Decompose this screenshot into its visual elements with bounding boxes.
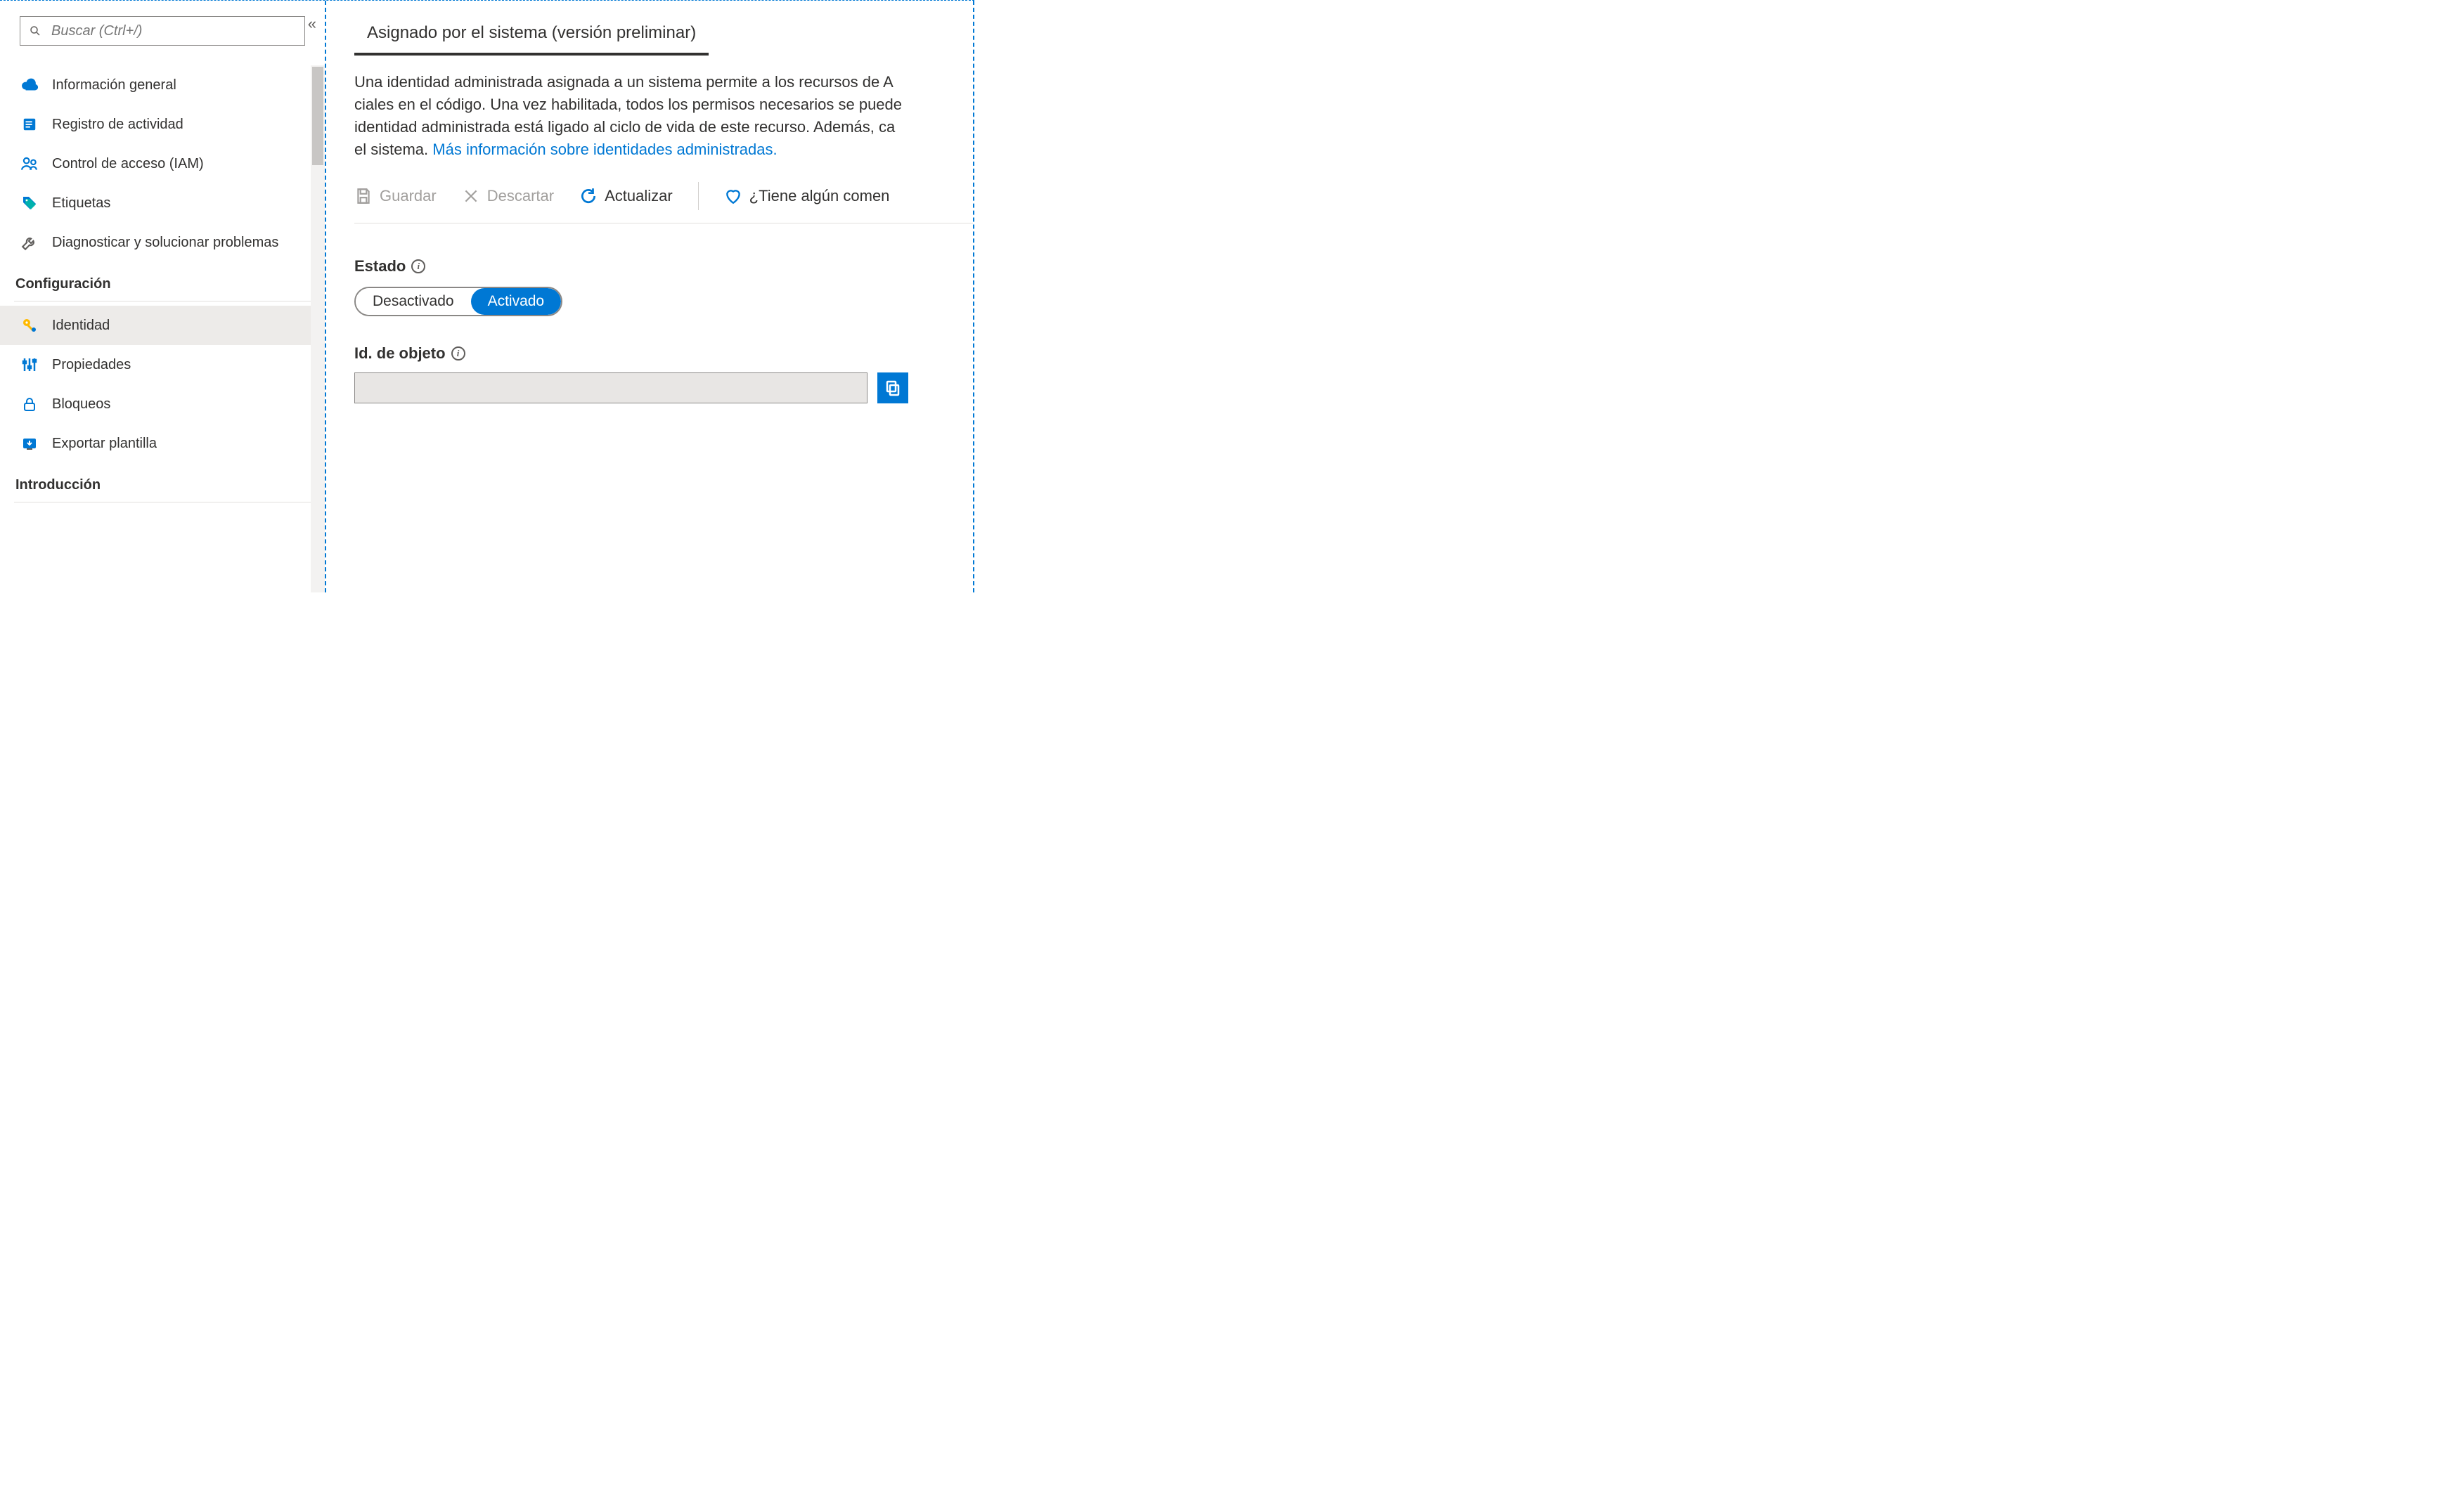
close-icon (462, 187, 480, 205)
toolbar-separator (698, 182, 699, 210)
copy-button[interactable] (877, 372, 908, 403)
sidebar-item-activity-log[interactable]: Registro de actividad (0, 105, 325, 144)
lock-icon (20, 394, 39, 414)
learn-more-link[interactable]: Más información sobre identidades admini… (432, 141, 777, 158)
sidebar-section-config: Configuración (0, 262, 325, 298)
sidebar-item-label: Exportar plantilla (52, 434, 157, 453)
sidebar-item-export-template[interactable]: Exportar plantilla (0, 424, 325, 463)
collapse-sidebar-icon[interactable]: « (308, 15, 316, 33)
objectid-label: Id. de objeto (354, 344, 446, 363)
wrench-icon (20, 233, 39, 252)
activity-log-icon (20, 115, 39, 134)
refresh-icon (579, 187, 598, 205)
tags-icon (20, 193, 39, 213)
info-icon[interactable]: i (451, 346, 465, 361)
sidebar-item-label: Control de acceso (IAM) (52, 155, 204, 173)
tab-bar: Asignado por el sistema (versión prelimi… (354, 20, 973, 56)
key-icon (20, 316, 39, 335)
cloud-icon (20, 75, 39, 95)
identity-description: Una identidad administrada asignada a un… (354, 71, 973, 161)
copy-icon (884, 379, 901, 396)
sidebar-item-label: Bloqueos (52, 395, 110, 413)
sidebar-item-properties[interactable]: Propiedades (0, 345, 325, 384)
discard-button[interactable]: Descartar (462, 187, 554, 205)
sidebar-item-locks[interactable]: Bloqueos (0, 384, 325, 424)
command-bar: Guardar Descartar Actualizar ¿Tiene algú… (354, 182, 973, 223)
main-pane: Asignado por el sistema (versión prelimi… (326, 1, 974, 592)
feedback-button[interactable]: ¿Tiene algún comen (724, 187, 890, 205)
sidebar-item-identity[interactable]: Identidad (0, 306, 325, 345)
heart-icon (724, 187, 742, 205)
people-icon (20, 154, 39, 174)
sidebar-item-overview[interactable]: Información general (0, 65, 325, 105)
search-icon (29, 25, 41, 37)
sidebar-item-label: Diagnosticar y solucionar problemas (52, 233, 278, 252)
sidebar-scrollbar-thumb[interactable] (312, 67, 323, 165)
refresh-button[interactable]: Actualizar (579, 187, 673, 205)
sidebar-item-label: Propiedades (52, 356, 131, 374)
sidebar-item-label: Registro de actividad (52, 115, 183, 134)
sidebar: « Información gener (0, 1, 326, 592)
save-button[interactable]: Guardar (354, 187, 437, 205)
sidebar-item-tags[interactable]: Etiquetas (0, 183, 325, 223)
search-input-wrapper[interactable] (20, 16, 305, 46)
state-label: Estado (354, 257, 406, 275)
search-input[interactable] (51, 23, 296, 39)
sidebar-item-label: Información general (52, 76, 176, 94)
state-toggle-on[interactable]: Activado (471, 288, 562, 315)
sidebar-item-label: Etiquetas (52, 194, 110, 212)
sidebar-scrollbar[interactable] (311, 65, 325, 592)
state-toggle-off[interactable]: Desactivado (356, 288, 471, 315)
tab-system-assigned[interactable]: Asignado por el sistema (versión prelimi… (354, 20, 709, 56)
info-icon[interactable]: i (411, 259, 425, 273)
save-icon (354, 187, 373, 205)
export-icon (20, 434, 39, 453)
sidebar-item-access-control[interactable]: Control de acceso (IAM) (0, 144, 325, 183)
sidebar-section-intro: Introducción (0, 463, 325, 499)
sidebar-item-label: Identidad (52, 316, 110, 335)
objectid-input[interactable] (354, 372, 867, 403)
sliders-icon (20, 355, 39, 375)
sidebar-item-diagnose[interactable]: Diagnosticar y solucionar problemas (0, 223, 325, 262)
state-toggle[interactable]: Desactivado Activado (354, 287, 562, 316)
